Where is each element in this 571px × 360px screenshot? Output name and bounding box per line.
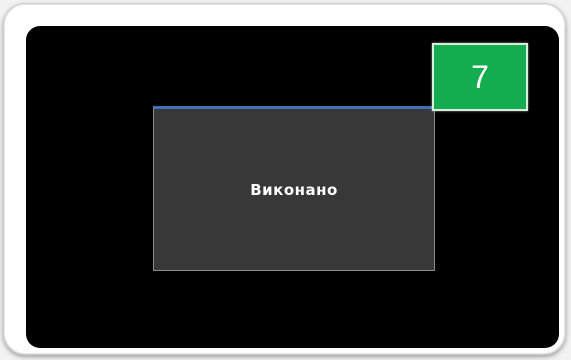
step-number-badge: 7 xyxy=(432,43,528,111)
completion-dialog: Виконано xyxy=(153,106,435,271)
dialog-message: Виконано xyxy=(250,181,338,199)
